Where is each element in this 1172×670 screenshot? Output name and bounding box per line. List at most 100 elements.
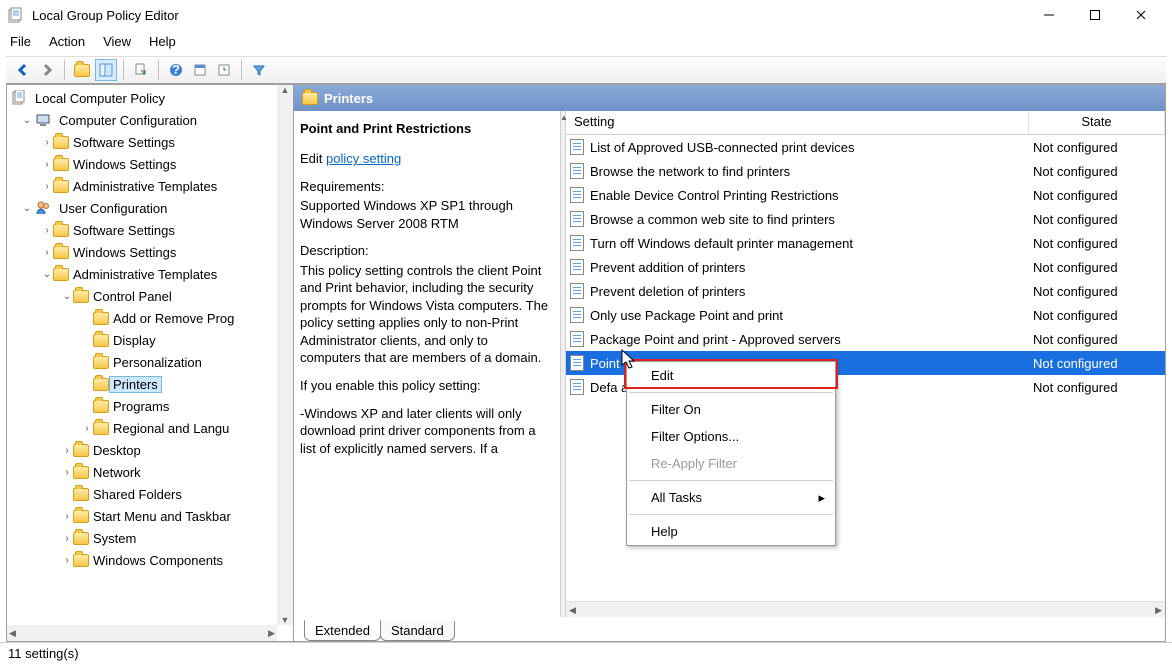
edit-policy-link[interactable]: policy setting [326, 151, 401, 166]
tab-standard[interactable]: Standard [380, 621, 455, 641]
context-menu: Edit Filter On Filter Options... Re-Appl… [626, 361, 836, 546]
ctx-help[interactable]: Help [627, 518, 835, 545]
tree-item[interactable]: ⌄Administrative Templates [7, 263, 277, 285]
column-setting[interactable]: Setting [566, 111, 1029, 134]
requirements-label: Requirements: [300, 178, 552, 196]
tree-item-label: Display [109, 333, 160, 348]
tree-item[interactable]: Programs [7, 395, 277, 417]
expand-toggle[interactable]: › [61, 445, 73, 456]
list-horizontal-scrollbar[interactable] [566, 601, 1165, 617]
tree-item[interactable]: ›Software Settings [7, 131, 277, 153]
refresh-icon[interactable] [213, 59, 235, 81]
expand-toggle[interactable]: › [61, 467, 73, 478]
up-button[interactable] [71, 59, 93, 81]
tree-item[interactable]: ›Windows Settings [7, 241, 277, 263]
maximize-button[interactable] [1072, 0, 1118, 30]
tree-vertical-scrollbar[interactable] [277, 85, 293, 625]
expand-toggle[interactable]: ⌄ [21, 203, 33, 214]
tree-item[interactable]: ⌄User Configuration [7, 197, 277, 219]
folder-icon [73, 532, 89, 545]
export-button[interactable] [130, 59, 152, 81]
setting-row[interactable]: List of Approved USB-connected print dev… [566, 135, 1165, 159]
expand-toggle[interactable]: ⌄ [61, 291, 73, 302]
expand-toggle[interactable]: › [41, 159, 53, 170]
folder-icon [93, 422, 109, 435]
toolbar: ? [6, 56, 1166, 84]
setting-name: Only use Package Point and print [590, 308, 783, 323]
expand-toggle[interactable]: ⌄ [41, 269, 53, 280]
tree-item[interactable]: ⌄ Computer Configuration [7, 109, 277, 131]
close-button[interactable] [1118, 0, 1164, 30]
expand-toggle[interactable]: › [61, 511, 73, 522]
ctx-all-tasks[interactable]: All Tasks▸ [627, 484, 835, 511]
tree-item[interactable]: Printers [7, 373, 277, 395]
tree-item[interactable]: Personalization [7, 351, 277, 373]
setting-row[interactable]: Enable Device Control Printing Restricti… [566, 183, 1165, 207]
back-button[interactable] [12, 59, 34, 81]
tree-item[interactable]: Add or Remove Prog [7, 307, 277, 329]
properties-icon[interactable] [189, 59, 211, 81]
tree-root[interactable]: Local Computer Policy [7, 87, 277, 109]
setting-name: Package Point and print - Approved serve… [590, 332, 841, 347]
expand-toggle[interactable]: › [41, 181, 53, 192]
minimize-button[interactable] [1026, 0, 1072, 30]
tree-item[interactable]: Display [7, 329, 277, 351]
setting-row[interactable]: Only use Package Point and printNot conf… [566, 303, 1165, 327]
setting-row[interactable]: Turn off Windows default printer managem… [566, 231, 1165, 255]
expand-toggle[interactable]: ⌄ [21, 115, 33, 126]
tree-item-label: Desktop [89, 443, 145, 458]
expand-toggle[interactable]: › [41, 247, 53, 258]
filter-button[interactable] [248, 59, 270, 81]
ctx-filter-options[interactable]: Filter Options... [627, 423, 835, 450]
description-panel: Point and Print Restrictions Edit policy… [294, 111, 560, 617]
tree-item[interactable]: ›Windows Components [7, 549, 277, 571]
ctx-reapply-filter: Re-Apply Filter [627, 450, 835, 477]
tree-item[interactable]: ›Regional and Langu [7, 417, 277, 439]
users-icon [35, 200, 51, 216]
expand-toggle[interactable]: › [81, 423, 93, 434]
navigation-tree[interactable]: Local Computer Policy ⌄ Computer Configur… [7, 85, 277, 625]
ctx-edit[interactable]: Edit [627, 362, 835, 389]
tree-horizontal-scrollbar[interactable] [7, 625, 277, 641]
tree-item-label: Start Menu and Taskbar [89, 509, 235, 524]
folder-icon [53, 224, 69, 237]
folder-icon [53, 268, 69, 281]
forward-button[interactable] [36, 59, 58, 81]
help-button[interactable]: ? [165, 59, 187, 81]
menu-action[interactable]: Action [49, 34, 85, 49]
tree-item[interactable]: ›Administrative Templates [7, 175, 277, 197]
folder-icon [73, 510, 89, 523]
expand-toggle[interactable]: › [41, 137, 53, 148]
show-hide-tree-button[interactable] [95, 59, 117, 81]
expand-toggle[interactable]: › [41, 225, 53, 236]
ctx-filter-on[interactable]: Filter On [627, 396, 835, 423]
setting-name: Turn off Windows default printer managem… [590, 236, 853, 251]
expand-toggle[interactable]: › [61, 533, 73, 544]
expand-toggle[interactable]: › [61, 555, 73, 566]
setting-state: Not configured [1029, 260, 1165, 275]
statusbar: 11 setting(s) [0, 642, 1172, 664]
policy-icon [570, 331, 584, 347]
tree-item[interactable]: › Start Menu and Taskbar [7, 505, 277, 527]
tree-item[interactable]: ›Network [7, 461, 277, 483]
column-state[interactable]: State [1029, 111, 1165, 134]
tree-item-label: Software Settings [69, 223, 179, 238]
setting-row[interactable]: Browse the network to find printersNot c… [566, 159, 1165, 183]
tree-item[interactable]: › Desktop [7, 439, 277, 461]
tree-item[interactable]: ⌄Control Panel [7, 285, 277, 307]
menu-file[interactable]: File [10, 34, 31, 49]
setting-row[interactable]: Prevent deletion of printersNot configur… [566, 279, 1165, 303]
tree-item[interactable]: › Software Settings [7, 219, 277, 241]
setting-row[interactable]: Prevent addition of printersNot configur… [566, 255, 1165, 279]
setting-row[interactable]: Browse a common web site to find printer… [566, 207, 1165, 231]
menu-help[interactable]: Help [149, 34, 176, 49]
menubar: File Action View Help [0, 30, 1172, 52]
tree-item[interactable]: ›System [7, 527, 277, 549]
folder-icon [93, 400, 109, 413]
setting-row[interactable]: Package Point and print - Approved serve… [566, 327, 1165, 351]
tree-item[interactable]: ›Windows Settings [7, 153, 277, 175]
tree-item[interactable]: Shared Folders [7, 483, 277, 505]
tree-item-label: Computer Configuration [55, 113, 201, 128]
tab-extended[interactable]: Extended [304, 620, 381, 641]
menu-view[interactable]: View [103, 34, 131, 49]
